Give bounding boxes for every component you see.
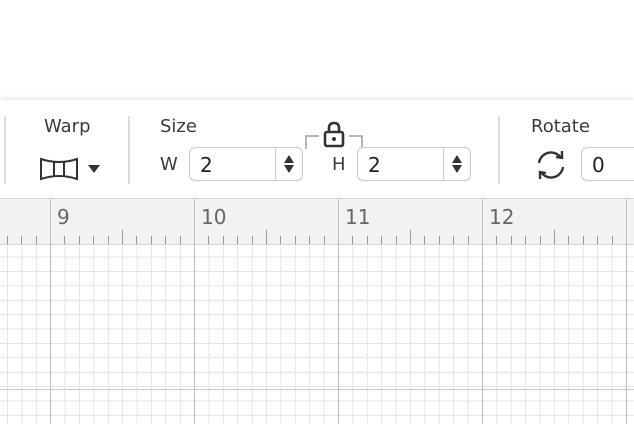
arrow-up-icon[interactable]	[452, 155, 462, 163]
canvas-top-area	[0, 0, 634, 100]
ruler-tick	[438, 236, 440, 244]
ruler-tick	[122, 230, 123, 244]
ruler-number: 12	[489, 205, 515, 229]
warp-label: Warp	[44, 116, 91, 137]
separator	[498, 116, 500, 184]
height-label: H	[332, 154, 346, 175]
height-field[interactable]: 2	[357, 147, 471, 181]
arrow-down-icon[interactable]	[284, 165, 294, 173]
rotate-value: 0	[592, 153, 605, 177]
ruler-tick	[323, 236, 325, 244]
ruler-tick	[266, 230, 267, 244]
ruler-tick	[410, 230, 411, 244]
ruler-tick	[78, 236, 80, 244]
ruler-tick	[222, 236, 224, 244]
ruler-tick	[453, 236, 455, 244]
width-label: W	[160, 154, 178, 175]
ruler-tick	[179, 236, 181, 244]
ruler-tick	[280, 236, 282, 244]
ruler-tick	[525, 236, 527, 244]
warp-shape-icon	[40, 157, 78, 181]
ruler-tick	[64, 236, 66, 244]
ruler-tick	[150, 236, 152, 244]
inch-grid-line	[50, 199, 51, 424]
ruler-tick	[467, 236, 469, 244]
warp-button[interactable]	[38, 152, 104, 186]
ruler-number: 10	[201, 205, 227, 229]
separator	[128, 116, 130, 184]
horizontal-ruler: 9 10 11 12	[0, 199, 634, 245]
ruler-tick	[208, 236, 210, 244]
ruler-tick	[539, 236, 541, 244]
ruler-tick	[251, 236, 253, 244]
rotate-label: Rotate	[531, 116, 590, 137]
ruler-tick	[21, 236, 23, 244]
width-field[interactable]: 2	[189, 147, 303, 181]
ruler-tick	[136, 236, 138, 244]
ruler-tick	[510, 236, 512, 244]
rotate-field[interactable]: 0	[581, 147, 634, 181]
height-stepper[interactable]	[443, 148, 470, 180]
inch-grid-line	[0, 389, 634, 390]
ruler-tick	[366, 236, 368, 244]
separator	[4, 116, 6, 184]
ruler-tick	[395, 236, 397, 244]
ruler-tick	[237, 236, 239, 244]
edit-toolbar: Warp Size W 2 H 2 Rotate 0	[0, 100, 634, 199]
ruler-tick	[165, 236, 167, 244]
chevron-down-icon	[88, 165, 100, 173]
ruler-tick	[6, 236, 8, 244]
ruler-tick	[309, 236, 311, 244]
ruler-tick	[611, 236, 613, 244]
inch-grid-line	[194, 199, 195, 424]
inch-grid-line	[626, 199, 627, 424]
arrow-up-icon[interactable]	[284, 155, 294, 163]
ruler-tick	[424, 236, 426, 244]
ruler-tick	[107, 236, 109, 244]
inch-grid-line	[338, 199, 339, 424]
ruler-tick	[352, 236, 354, 244]
ruler-tick	[381, 236, 383, 244]
ruler-tick	[35, 236, 37, 244]
rotate-icon[interactable]	[534, 148, 568, 182]
size-label: Size	[160, 116, 197, 137]
lock-icon[interactable]	[322, 120, 346, 148]
ruler-number: 9	[57, 205, 70, 229]
width-value: 2	[200, 153, 213, 177]
ruler-number: 11	[345, 205, 371, 229]
ruler-tick	[294, 236, 296, 244]
ruler-tick	[568, 236, 570, 244]
ruler-tick	[582, 236, 584, 244]
arrow-down-icon[interactable]	[452, 165, 462, 173]
ruler-tick	[554, 230, 555, 244]
inch-grid-line	[482, 199, 483, 424]
ruler-tick	[597, 236, 599, 244]
ruler-tick	[496, 236, 498, 244]
width-stepper[interactable]	[275, 148, 302, 180]
ruler-tick	[93, 236, 95, 244]
height-value: 2	[368, 153, 381, 177]
